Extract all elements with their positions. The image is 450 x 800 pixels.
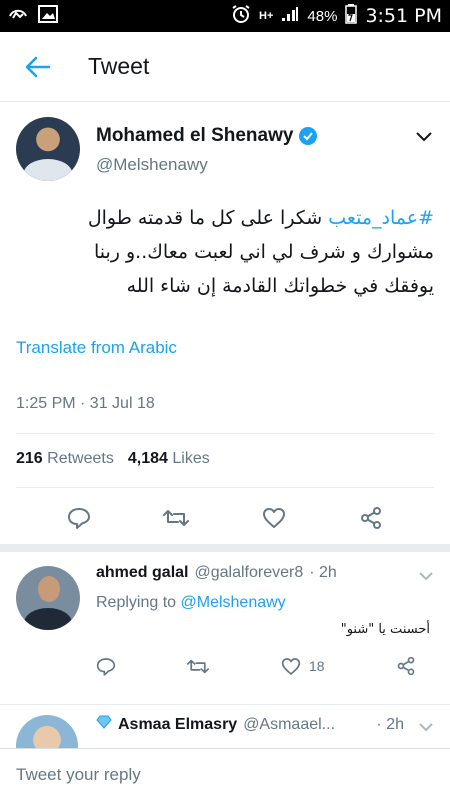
clock: 3:51 PM <box>365 5 442 27</box>
chevron-down-icon <box>416 132 432 142</box>
tweet-text-line-1: #عماد_متعب شكرا على كل ما قدمته طوال <box>16 201 434 235</box>
tweet-text-line-3: يوفقك في خطواتك القادمة إن شاء الله <box>126 275 434 297</box>
avatar[interactable] <box>16 715 78 748</box>
avatar[interactable] <box>16 117 80 181</box>
back-arrow-icon <box>25 56 51 77</box>
reply-menu-button[interactable] <box>416 566 436 586</box>
reply-button[interactable] <box>96 657 116 676</box>
network-type: H+ <box>259 10 274 22</box>
hashtag-link[interactable]: #عماد_متعب <box>328 207 434 229</box>
replying-to-prefix: Replying to <box>96 594 177 611</box>
tweet-author: Mohamed el Shenawy @Melshenawy <box>0 103 450 193</box>
reply-author-name[interactable]: ahmed galal <box>96 564 188 582</box>
share-button[interactable] <box>356 503 386 533</box>
reply-author-handle[interactable]: @Asmaael... <box>243 716 335 734</box>
section-separator <box>0 544 450 552</box>
reply-icon <box>96 657 116 676</box>
reply-time: · 2h <box>376 716 404 733</box>
reply-header: ahmed galal @galalforever8 · 2h <box>96 564 337 582</box>
author-name-row[interactable]: Mohamed el Shenawy <box>96 125 318 147</box>
retweet-icon <box>163 510 190 526</box>
author-name: Mohamed el Shenawy <box>96 125 294 146</box>
retweets-label: Retweets <box>47 450 114 467</box>
likes-count: 4,184 <box>127 450 168 467</box>
gallery-icon <box>38 4 58 28</box>
heart-icon <box>281 657 301 675</box>
reply-menu-button[interactable] <box>416 717 436 737</box>
tweet-text: #عماد_متعب شكرا على كل ما قدمته طوال مشو… <box>16 201 434 303</box>
verified-badge-icon <box>299 127 318 145</box>
retweet-icon <box>187 659 210 673</box>
reply-header: Asmaa Elmasry @Asmaael... <box>96 715 335 734</box>
reply-actions: 18 <box>96 656 416 676</box>
chevron-down-icon <box>419 571 433 580</box>
back-button[interactable] <box>18 47 58 87</box>
reply-tweet[interactable]: Asmaa Elmasry @Asmaael... · 2h <box>0 704 450 748</box>
diamond-icon <box>96 715 112 734</box>
reply-time: · 2h <box>309 564 337 581</box>
reply-author-name[interactable]: Asmaa Elmasry <box>118 716 237 734</box>
share-button[interactable] <box>396 656 416 676</box>
likes-label: Likes <box>172 450 210 467</box>
like-button[interactable]: 18 <box>281 657 325 676</box>
alarm-icon <box>231 4 251 28</box>
like-count: 18 <box>308 658 325 674</box>
tweet-menu-button[interactable] <box>412 125 436 149</box>
share-icon <box>397 656 415 676</box>
main-tweet: Mohamed el Shenawy @Melshenawy #عماد_متع… <box>0 103 450 529</box>
status-bar: H+ 48% 3:51 PM <box>0 0 450 32</box>
battery-level: 48% <box>307 7 338 25</box>
battery-icon <box>345 4 358 28</box>
tweet-text-line-1-rest: شكرا على كل ما قدمته طوال <box>87 207 329 229</box>
app-bar: Tweet <box>0 32 450 102</box>
translate-link[interactable]: Translate from Arabic <box>16 338 177 358</box>
notification-icon <box>8 6 28 27</box>
heart-icon <box>262 508 285 528</box>
tweet-stats: 216 Retweets 4,184 Likes <box>16 450 210 468</box>
reply-input[interactable] <box>16 764 416 785</box>
reply-tweet[interactable]: ahmed galal @galalforever8 · 2h Replying… <box>0 552 450 702</box>
retweets-count: 216 <box>16 450 43 467</box>
replying-to-handle[interactable]: @Melshenawy <box>181 594 286 611</box>
divider <box>16 487 434 488</box>
divider <box>16 433 434 434</box>
reply-button[interactable] <box>64 503 94 533</box>
page-title: Tweet <box>88 53 150 79</box>
reply-author-handle[interactable]: @galalforever8 <box>194 564 303 582</box>
tweet-timestamp: 1:25 PM · 31 Jul 18 <box>16 395 155 412</box>
likes-stat[interactable]: 4,184 Likes <box>128 450 210 468</box>
status-bar-right: H+ 48% 3:51 PM <box>231 4 442 28</box>
replying-to: Replying to @Melshenawy <box>96 594 286 612</box>
author-handle[interactable]: @Melshenawy <box>96 155 208 175</box>
reply-text: أحسنت يا "شنو" <box>340 622 430 637</box>
reply-icon <box>67 508 90 529</box>
chevron-down-icon <box>419 722 433 731</box>
share-icon <box>361 507 382 529</box>
retweet-button[interactable] <box>161 503 191 533</box>
retweet-button[interactable] <box>187 658 210 675</box>
status-bar-left <box>8 4 58 28</box>
reply-composer <box>0 748 450 800</box>
signal-icon <box>281 6 299 26</box>
retweets-stat[interactable]: 216 Retweets <box>16 450 114 468</box>
tweet-actions <box>0 498 450 538</box>
avatar[interactable] <box>16 566 80 630</box>
like-button[interactable] <box>259 503 289 533</box>
tweet-text-line-2: مشوارك و شرف لي اني لعبت معاك..و ربنا <box>93 241 434 263</box>
